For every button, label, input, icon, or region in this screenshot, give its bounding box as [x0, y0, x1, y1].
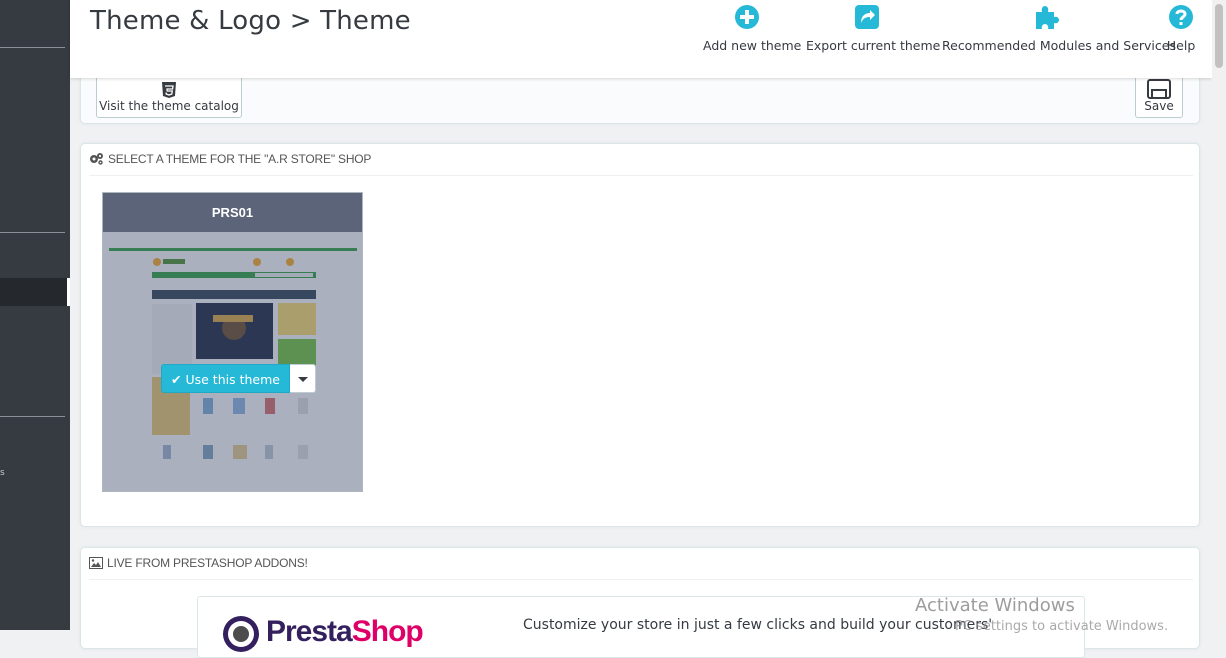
sidebar-divider: [0, 416, 65, 417]
theme-card[interactable]: PRS01 ✔ Use this theme: [102, 192, 363, 492]
prestashop-logo-icon: [223, 616, 259, 652]
scrollbar-thumb[interactable]: [1215, 4, 1223, 68]
toolbar-label: Recommended Modules and Services: [942, 38, 1176, 53]
sidebar-item-active[interactable]: [0, 278, 70, 306]
floppy-disk-icon: [1147, 79, 1171, 99]
export-theme-button[interactable]: Export current theme: [806, 4, 941, 64]
page-scrollbar[interactable]: [1212, 0, 1226, 630]
sidebar-divider: [0, 47, 65, 48]
prestashop-logo: PrestaShop: [266, 615, 424, 649]
css3-icon: [162, 82, 176, 98]
help-button[interactable]: Help: [1164, 4, 1198, 64]
add-new-theme-button[interactable]: Add new theme: [703, 4, 802, 64]
theme-hover-overlay: [103, 232, 362, 491]
use-theme-label: Use this theme: [185, 372, 280, 387]
heading-text: LIVE FROM PRESTASHOP ADDONS!: [107, 556, 308, 570]
puzzle-icon: [1036, 6, 1059, 29]
page-header: Theme & Logo > Theme Add new theme Expor…: [70, 0, 1212, 78]
page-title: Theme & Logo > Theme: [90, 6, 411, 36]
use-this-theme-button[interactable]: ✔ Use this theme: [161, 364, 290, 393]
sidebar-text-fragment: s: [0, 468, 5, 478]
share-icon: [854, 5, 879, 29]
check-icon: ✔: [171, 372, 182, 387]
heading-text: SELECT A THEME FOR THE "A.R STORE" SHOP: [108, 152, 372, 166]
panel-heading: SELECT A THEME FOR THE "A.R STORE" SHOP: [89, 144, 1193, 176]
theme-name: PRS01: [211, 205, 254, 220]
windows-activation-hint: PC settings to activate Windows.: [955, 619, 1169, 634]
question-circle-icon: [1169, 5, 1193, 29]
plus-circle-icon: [735, 5, 759, 29]
admin-sidebar: s: [0, 0, 70, 630]
theme-options-dropdown-toggle[interactable]: [289, 364, 316, 393]
recommended-modules-button[interactable]: Recommended Modules and Services: [942, 4, 1176, 64]
theme-preview-image: ✔ Use this theme: [103, 232, 362, 491]
logo-text-dark: Presta: [266, 615, 353, 648]
toolbar-label: Export current theme: [806, 38, 941, 53]
select-theme-panel: SELECT A THEME FOR THE "A.R STORE" SHOP …: [80, 143, 1200, 527]
toolbar-label: Help: [1166, 38, 1196, 53]
cogs-icon: [90, 153, 103, 165]
toolbar-label: Add new theme: [703, 38, 802, 53]
use-theme-button-group: ✔ Use this theme: [161, 364, 316, 393]
logo-text-pink: Shop: [351, 615, 424, 648]
catalog-button-label: Visit the theme catalog: [99, 99, 239, 113]
picture-icon: [89, 557, 103, 569]
panel-heading: LIVE FROM PRESTASHOP ADDONS!: [89, 548, 1193, 580]
addons-description: Customize your store in just a few click…: [523, 617, 993, 633]
sidebar-divider: [0, 232, 65, 233]
active-indicator: [67, 278, 70, 306]
save-button-label: Save: [1144, 99, 1174, 113]
windows-activation-watermark: Activate Windows: [915, 595, 1075, 616]
